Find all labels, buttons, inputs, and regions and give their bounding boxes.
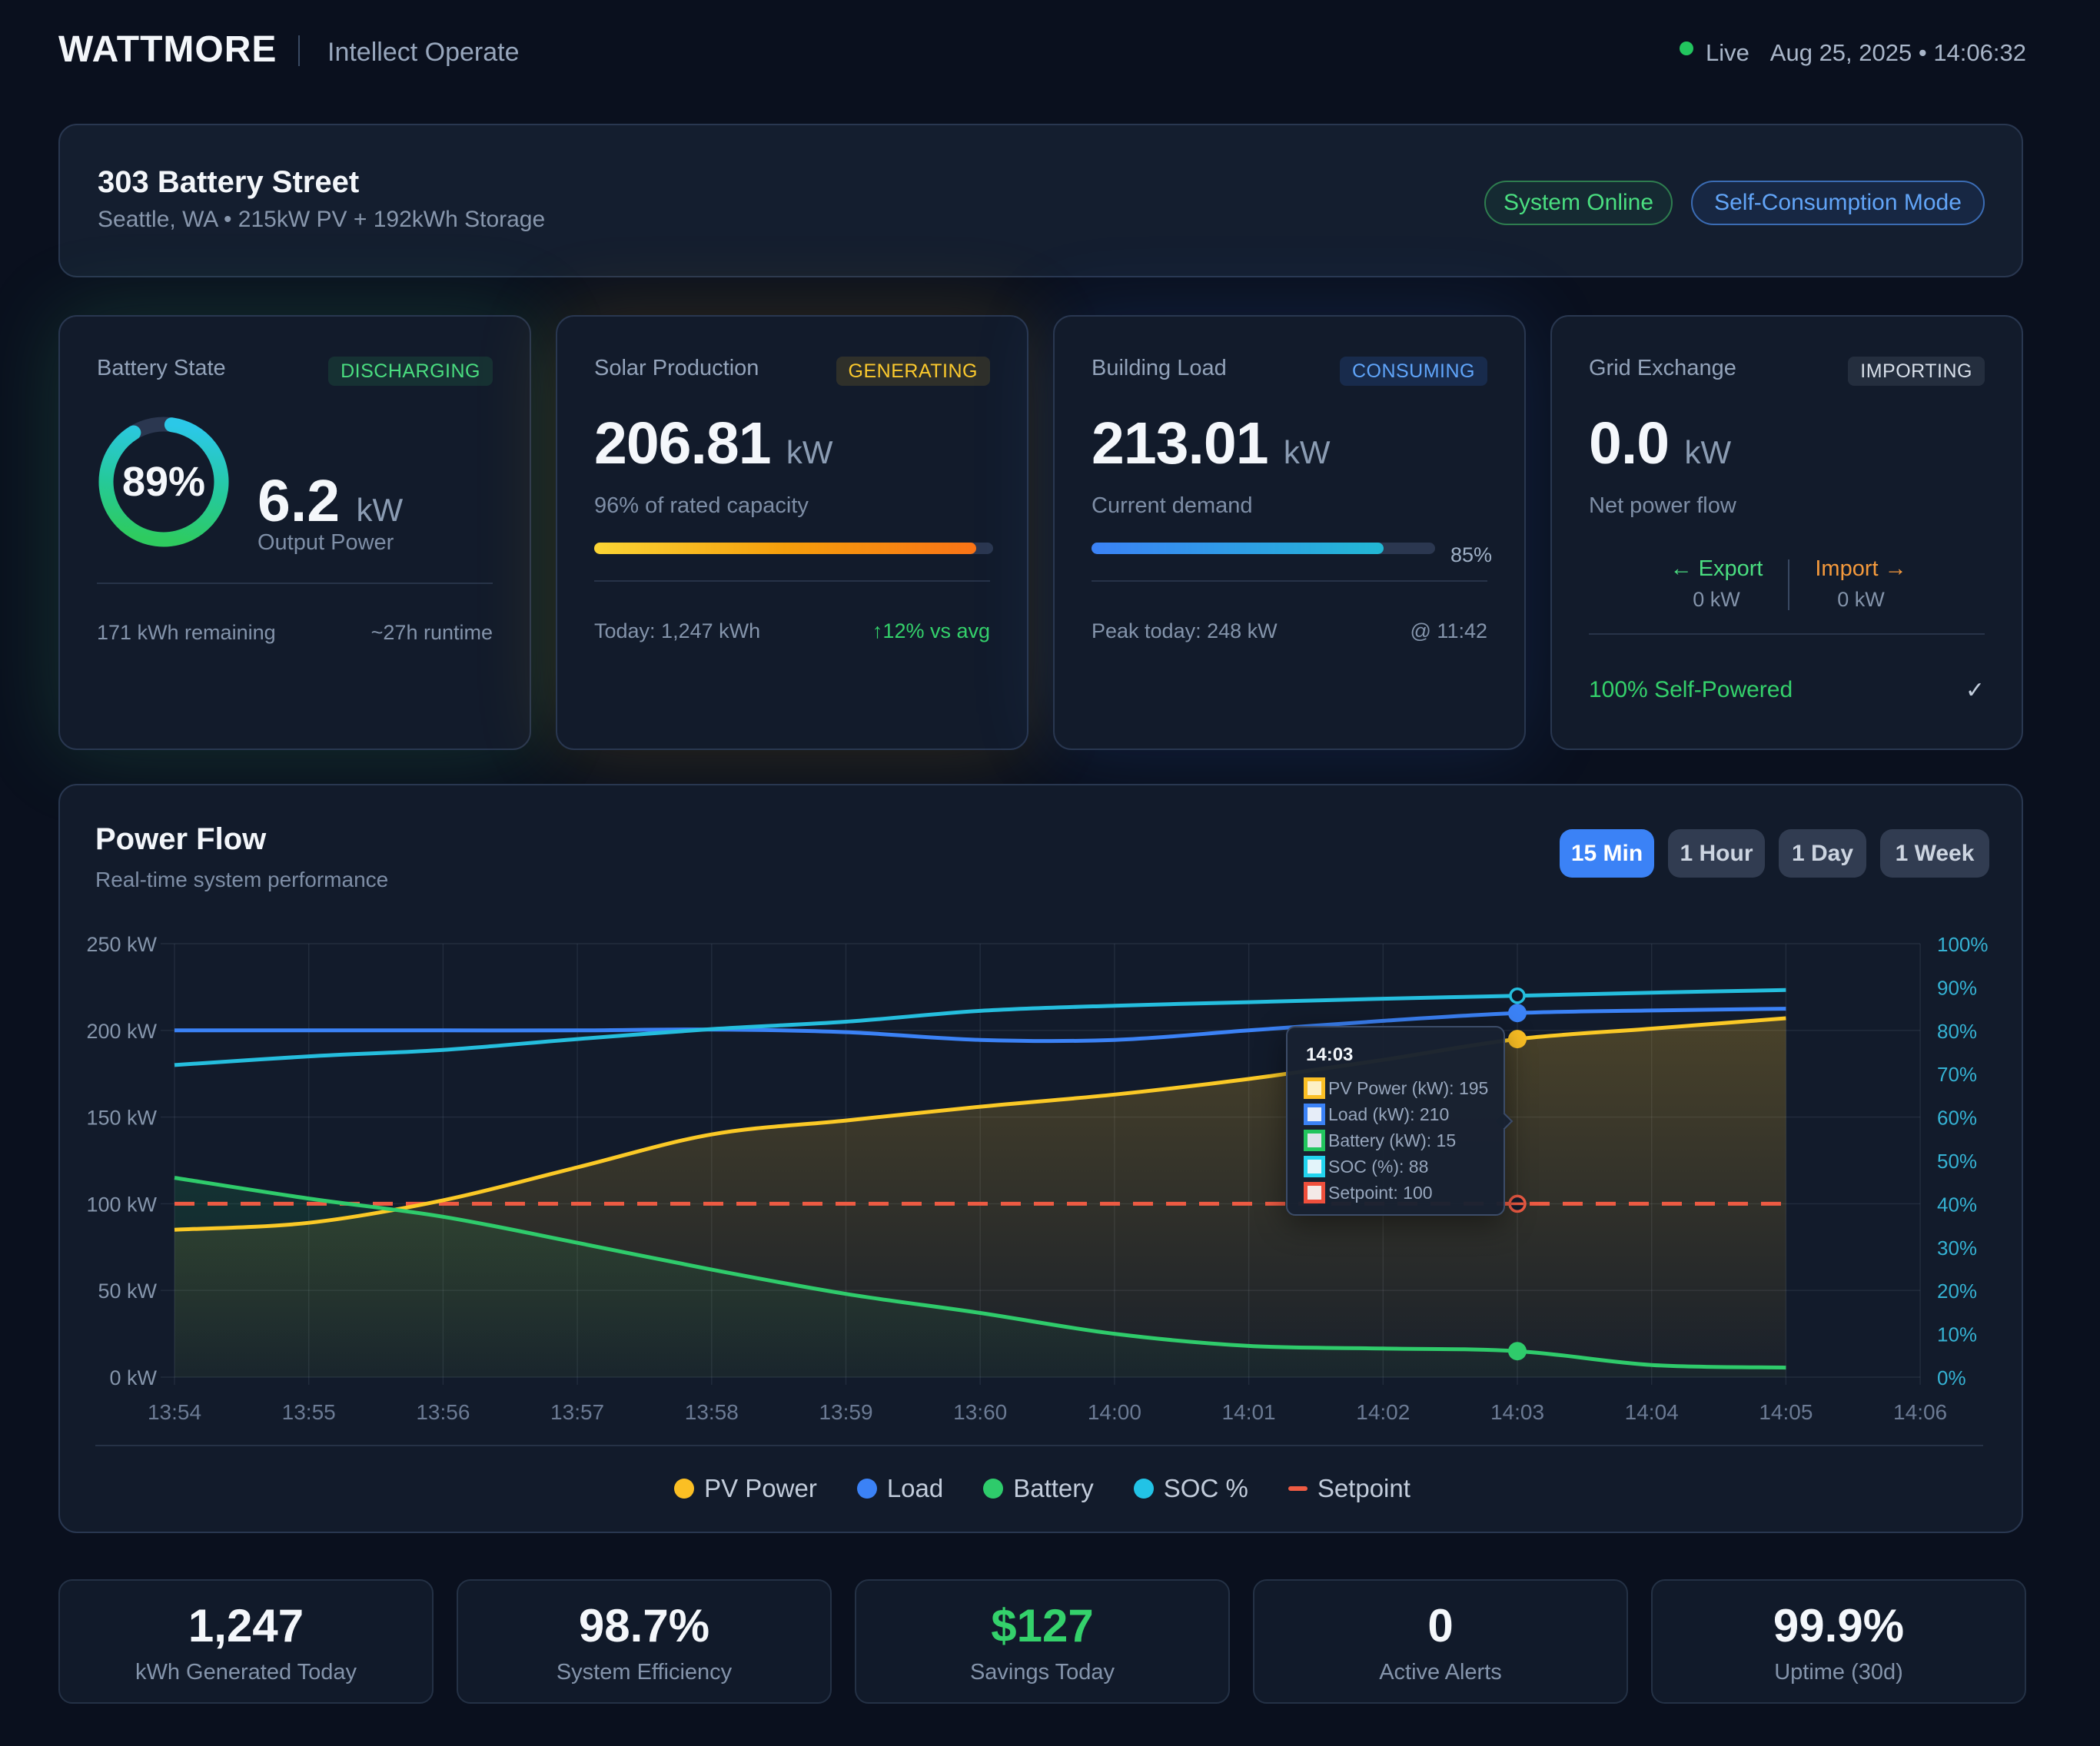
svg-text:13:57: 13:57 (550, 1400, 604, 1424)
svg-text:14:03: 14:03 (1490, 1400, 1544, 1424)
svg-text:60%: 60% (1937, 1107, 1977, 1130)
svg-text:100%: 100% (1937, 933, 1989, 956)
svg-text:13:55: 13:55 (282, 1400, 336, 1424)
svg-text:14:06: 14:06 (1893, 1400, 1947, 1424)
svg-text:14:01: 14:01 (1222, 1400, 1276, 1424)
svg-text:13:56: 13:56 (416, 1400, 470, 1424)
svg-text:0 kW: 0 kW (109, 1366, 157, 1389)
svg-text:13:59: 13:59 (819, 1400, 872, 1424)
svg-text:13:58: 13:58 (685, 1400, 739, 1424)
svg-text:14:02: 14:02 (1356, 1400, 1410, 1424)
svg-text:20%: 20% (1937, 1280, 1977, 1303)
svg-text:70%: 70% (1937, 1063, 1977, 1086)
svg-text:13:60: 13:60 (953, 1400, 1007, 1424)
svg-text:80%: 80% (1937, 1020, 1977, 1043)
svg-text:10%: 10% (1937, 1323, 1977, 1346)
svg-text:13:54: 13:54 (148, 1400, 201, 1424)
svg-text:14:04: 14:04 (1625, 1400, 1679, 1424)
svg-text:200 kW: 200 kW (86, 1020, 157, 1043)
svg-text:150 kW: 150 kW (86, 1107, 157, 1130)
svg-text:100 kW: 100 kW (86, 1193, 157, 1216)
svg-text:0%: 0% (1937, 1366, 1966, 1389)
svg-text:50 kW: 50 kW (98, 1280, 157, 1303)
svg-text:14:00: 14:00 (1088, 1400, 1141, 1424)
svg-text:50%: 50% (1937, 1150, 1977, 1173)
svg-text:90%: 90% (1937, 976, 1977, 999)
svg-text:14:05: 14:05 (1759, 1400, 1813, 1424)
svg-text:30%: 30% (1937, 1236, 1977, 1260)
svg-text:250 kW: 250 kW (86, 933, 157, 956)
svg-text:40%: 40% (1937, 1193, 1977, 1216)
